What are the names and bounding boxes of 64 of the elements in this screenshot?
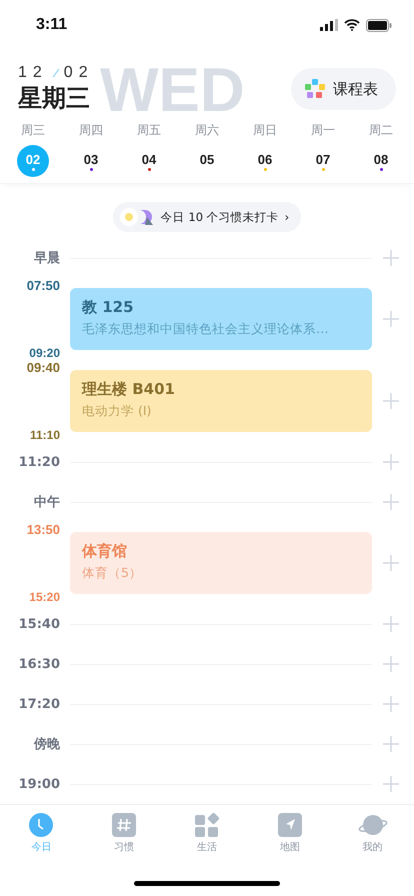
status-time: 3:11	[36, 16, 68, 34]
add-icon[interactable]	[382, 249, 400, 267]
tab-item[interactable]: 习惯	[82, 813, 166, 864]
tab-item[interactable]: 地图	[248, 813, 332, 864]
time-label: 11:20	[18, 454, 60, 470]
day-text: 02	[64, 64, 94, 82]
weekday-label: 周六	[195, 122, 219, 139]
add-icon[interactable]	[382, 735, 400, 753]
tab-item[interactable]: 今日	[0, 813, 83, 864]
date-button[interactable]: 02	[17, 145, 49, 177]
time-label: 中午	[34, 494, 60, 511]
end-time: 15:20	[29, 590, 60, 604]
tab-item[interactable]: 生活	[166, 813, 248, 864]
flower-icon	[305, 79, 325, 99]
add-icon[interactable]	[382, 775, 400, 793]
add-icon[interactable]	[382, 655, 400, 673]
course-card[interactable]: 教 125 毛泽东思想和中国特色社会主义理论体系…	[70, 288, 372, 350]
time-label: 19:00	[18, 776, 60, 792]
weekday-title: 星期三	[18, 83, 91, 114]
map-icon	[278, 813, 302, 837]
add-icon[interactable]	[382, 493, 400, 511]
weekday-label: 周二	[369, 122, 393, 139]
weekday-label: 周一	[311, 122, 335, 139]
course-card[interactable]: 体育馆 体育（5）	[70, 532, 372, 594]
add-icon[interactable]	[382, 453, 400, 471]
schedule-button[interactable]: 课程表	[291, 68, 396, 110]
wifi-icon	[344, 19, 360, 31]
add-icon[interactable]	[382, 392, 400, 410]
habit-banner[interactable]: 今日 10 个习惯未打卡 ›	[112, 202, 302, 232]
grid-icon	[194, 813, 219, 837]
add-icon[interactable]	[382, 554, 400, 572]
time-label: 傍晚	[34, 736, 60, 753]
start-time: 13:50	[26, 522, 60, 537]
start-time: 07:50	[26, 278, 60, 293]
slash-icon	[52, 68, 60, 78]
weekday-label: 周四	[79, 122, 103, 139]
weekday-label: 周三	[21, 122, 45, 139]
course-card[interactable]: 理生楼 B401 电动力学 (I)	[70, 370, 372, 432]
signal-icon	[320, 19, 338, 31]
date-button[interactable]: 04	[133, 145, 165, 177]
date-button[interactable]: 03	[75, 145, 107, 177]
month-text: 12	[18, 64, 48, 82]
date-button[interactable]: 08	[365, 145, 397, 177]
planet-icon	[358, 813, 388, 837]
battery-icon	[366, 18, 392, 32]
weekday-label: 周五	[137, 122, 161, 139]
end-time: 09:20	[29, 346, 60, 360]
tab-item[interactable]: 我的	[331, 813, 414, 864]
start-time: 09:40	[26, 360, 60, 375]
add-icon[interactable]	[382, 615, 400, 633]
time-label: 17:20	[18, 696, 60, 712]
date-button[interactable]: 06	[249, 145, 281, 177]
add-icon[interactable]	[382, 310, 400, 328]
sun-moon-icon	[118, 207, 155, 227]
end-time: 11:10	[30, 428, 60, 442]
time-label: 早晨	[34, 250, 60, 267]
hash-icon	[112, 813, 136, 837]
time-label: 15:40	[18, 616, 60, 632]
date-button[interactable]: 07	[307, 145, 339, 177]
clock-icon	[29, 813, 54, 837]
add-icon[interactable]	[382, 695, 400, 713]
weekday-label: 周日	[253, 122, 277, 139]
date-button[interactable]: 05	[191, 145, 223, 177]
time-label: 16:30	[18, 656, 60, 672]
